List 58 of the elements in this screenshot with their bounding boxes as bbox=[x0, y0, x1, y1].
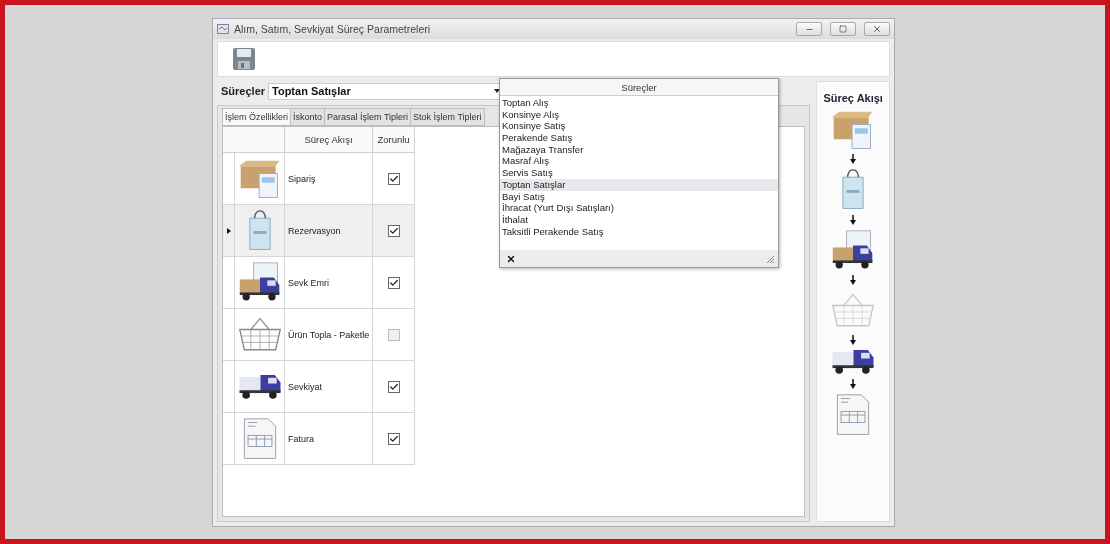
dropdown-item[interactable]: İhracat (Yurt Dışı Satışları) bbox=[500, 202, 778, 214]
row-header[interactable] bbox=[223, 413, 235, 465]
down-arrow-icon bbox=[850, 274, 857, 285]
row-indicator-icon bbox=[226, 227, 231, 234]
close-icon bbox=[506, 253, 516, 264]
row-header[interactable] bbox=[223, 205, 235, 257]
dropdown-item[interactable]: Perakende Satış bbox=[500, 132, 778, 144]
tab[interactable]: Stok İşlem Tipleri bbox=[411, 108, 485, 126]
row-header[interactable] bbox=[223, 309, 235, 361]
row-header[interactable] bbox=[223, 257, 235, 309]
close-button[interactable] bbox=[506, 253, 516, 264]
dropdown-item[interactable]: Toptan Alış bbox=[500, 97, 778, 109]
truck-icon bbox=[236, 373, 283, 400]
checkbox[interactable] bbox=[387, 432, 400, 445]
dropdown-item[interactable]: Toptan Satışlar bbox=[500, 178, 778, 191]
table-cell: Ürün Topla - Paketle bbox=[285, 309, 373, 361]
dropdown-header: Süreçler bbox=[500, 79, 778, 96]
down-arrow-icon bbox=[850, 214, 857, 225]
table-cell: Fatura bbox=[285, 413, 373, 465]
tab[interactable]: İşlem Özellikleri bbox=[222, 108, 291, 126]
dropdown-item[interactable]: Servis Satış bbox=[500, 167, 778, 179]
dropdown-item[interactable]: İthalat bbox=[500, 213, 778, 226]
down-arrow-icon bbox=[850, 335, 857, 346]
dropdown-item[interactable]: Taksitli Perakende Satış bbox=[500, 225, 778, 238]
maximize-icon bbox=[839, 25, 847, 33]
column-header: Zorunlu bbox=[373, 127, 415, 153]
checkbox[interactable] bbox=[387, 276, 400, 289]
save-button[interactable] bbox=[232, 47, 256, 71]
row-header[interactable] bbox=[223, 361, 235, 413]
dropdown-item[interactable]: Masraf Alış bbox=[500, 155, 778, 168]
table-cell: Sipariş bbox=[285, 153, 373, 205]
table-cell: Sevk Emri bbox=[285, 257, 373, 309]
checkbox[interactable] bbox=[387, 224, 400, 237]
dropdown-item[interactable]: Konsinye Satış bbox=[500, 120, 778, 133]
resize-grip-icon bbox=[766, 254, 774, 263]
table-cell: Sevkiyat bbox=[285, 361, 373, 413]
row-header[interactable] bbox=[223, 153, 235, 205]
dropdown-item[interactable]: Bayi Satış bbox=[500, 190, 778, 203]
checkbox[interactable] bbox=[387, 328, 400, 341]
down-arrow-icon bbox=[850, 379, 857, 389]
table-cell: Rezervasyon bbox=[285, 205, 373, 257]
panel-title: Süreç Akışı bbox=[823, 92, 883, 104]
close-icon bbox=[872, 24, 882, 34]
caret-icon bbox=[494, 89, 501, 93]
checkbox[interactable] bbox=[387, 380, 400, 393]
column-header: Süreç Akışı bbox=[285, 127, 373, 153]
window-title: Alım, Satım, Sevkiyat Süreç Parametreleri bbox=[234, 23, 432, 35]
dropdown-item[interactable]: Konsinye Alış bbox=[500, 108, 778, 121]
selector-label: Süreçler bbox=[221, 85, 266, 97]
dropdown-item[interactable]: Mağazaya Transfer bbox=[500, 143, 778, 156]
down-arrow-icon bbox=[850, 154, 857, 165]
checkbox[interactable] bbox=[387, 172, 400, 185]
maximize-button[interactable] bbox=[830, 22, 856, 36]
window-icon bbox=[217, 24, 229, 34]
truck-icon bbox=[830, 349, 877, 375]
minimize-button[interactable] bbox=[796, 22, 822, 36]
tab[interactable]: İskonto bbox=[291, 108, 326, 126]
tab[interactable]: Parasal İşlem Tipleri bbox=[325, 108, 412, 126]
